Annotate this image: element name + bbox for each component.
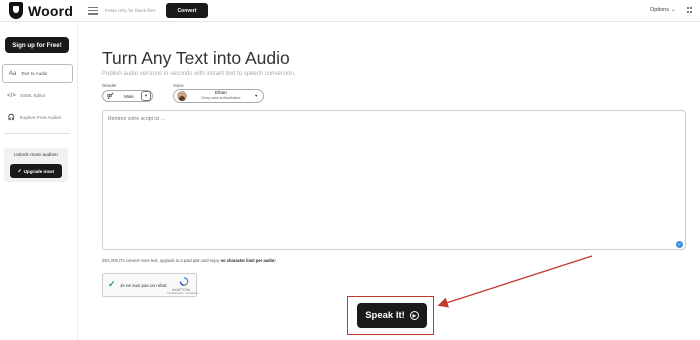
app-name: Woord	[28, 2, 74, 19]
convert-button[interactable]: Convert	[166, 3, 208, 18]
gender-value: Male	[124, 93, 134, 99]
sidebar-divider	[4, 133, 70, 134]
sidebar-item-ssml-editor[interactable]: </> SSML Editor	[2, 86, 73, 105]
character-count-suffix: )	[274, 258, 276, 263]
recaptcha-links[interactable]: Confidentialité - Conditions	[167, 292, 198, 295]
script-placeholder: Rentrez votre script ici ...	[108, 116, 166, 122]
sidebar-item-label: Explore Free Audios	[20, 115, 62, 120]
code-icon: </>	[7, 92, 16, 99]
voice-label: Voice	[173, 83, 184, 88]
sidebar-item-text-to-audio[interactable]: Aa Text to Audio	[2, 64, 73, 83]
headphones-icon: 🎧	[7, 115, 16, 121]
voice-select[interactable]: Ethan Deep and authoritative ▾	[173, 89, 264, 103]
voice-description: Deep and authoritative	[201, 95, 241, 100]
sidebar: Sign up for Free! Aa Text to Audio </> S…	[0, 22, 78, 340]
text-icon: Aa	[8, 70, 17, 77]
chevron-down-icon: ▾	[255, 93, 258, 98]
signup-button[interactable]: Sign up for Free!	[5, 37, 69, 53]
upgrade-label: Upgrade now!	[23, 168, 55, 174]
unlock-title: Unlock more audios!	[14, 153, 58, 158]
rocket-icon: ➶	[17, 168, 22, 173]
gender-select[interactable]: ⚤ Male ▾	[102, 90, 153, 102]
script-textarea[interactable]: Rentrez votre script ici ... ✓	[102, 110, 686, 250]
speak-it-label: Speak It!	[365, 310, 405, 321]
sidebar-item-label: Text to Audio	[21, 71, 48, 76]
unlock-card: Unlock more audios! ➶ Upgrade now!	[4, 148, 68, 182]
page-subtitle: Publish audio versions in seconds with i…	[102, 71, 296, 77]
recaptcha-label: Je ne suis pas un robot	[120, 283, 167, 288]
top-bar: Woord Convert Options ⌄	[0, 0, 700, 22]
chevron-down-icon: ▾	[141, 91, 151, 101]
character-count: 29/1,000 (To convert more text, upgrade …	[102, 258, 276, 263]
options-label: Options	[650, 7, 669, 13]
url-input[interactable]	[105, 5, 161, 15]
gender-label: Gender	[102, 83, 117, 88]
speak-it-button[interactable]: Speak It! ▶	[357, 303, 427, 328]
recaptcha-widget[interactable]: ✓ Je ne suis pas un robot reCAPTCHA Conf…	[102, 273, 198, 297]
upgrade-button[interactable]: ➶ Upgrade now!	[10, 164, 62, 178]
sidebar-item-explore-free-audios[interactable]: 🎧 Explore Free Audios	[2, 108, 73, 127]
page-title: Turn Any Text into Audio	[102, 48, 290, 68]
options-menu[interactable]: Options ⌄	[650, 7, 676, 13]
character-count-text: 29/1,000 (To convert more text, upgrade …	[102, 258, 221, 263]
hamburger-menu-icon[interactable]	[88, 5, 98, 15]
check-icon: ✓	[676, 241, 683, 248]
character-count-emphasis: no character limit per audio	[220, 258, 275, 263]
checkmark-icon[interactable]: ✓	[108, 279, 116, 290]
gender-icon: ⚤	[106, 93, 114, 100]
play-icon: ▶	[409, 311, 419, 320]
recaptcha-logo-icon	[179, 277, 189, 286]
woord-logo-icon	[9, 2, 23, 19]
apps-grid-icon[interactable]	[687, 7, 693, 13]
avatar	[177, 91, 187, 101]
logo[interactable]: Woord	[9, 2, 73, 19]
sidebar-item-label: SSML Editor	[20, 93, 46, 98]
chevron-down-icon: ⌄	[670, 7, 676, 13]
